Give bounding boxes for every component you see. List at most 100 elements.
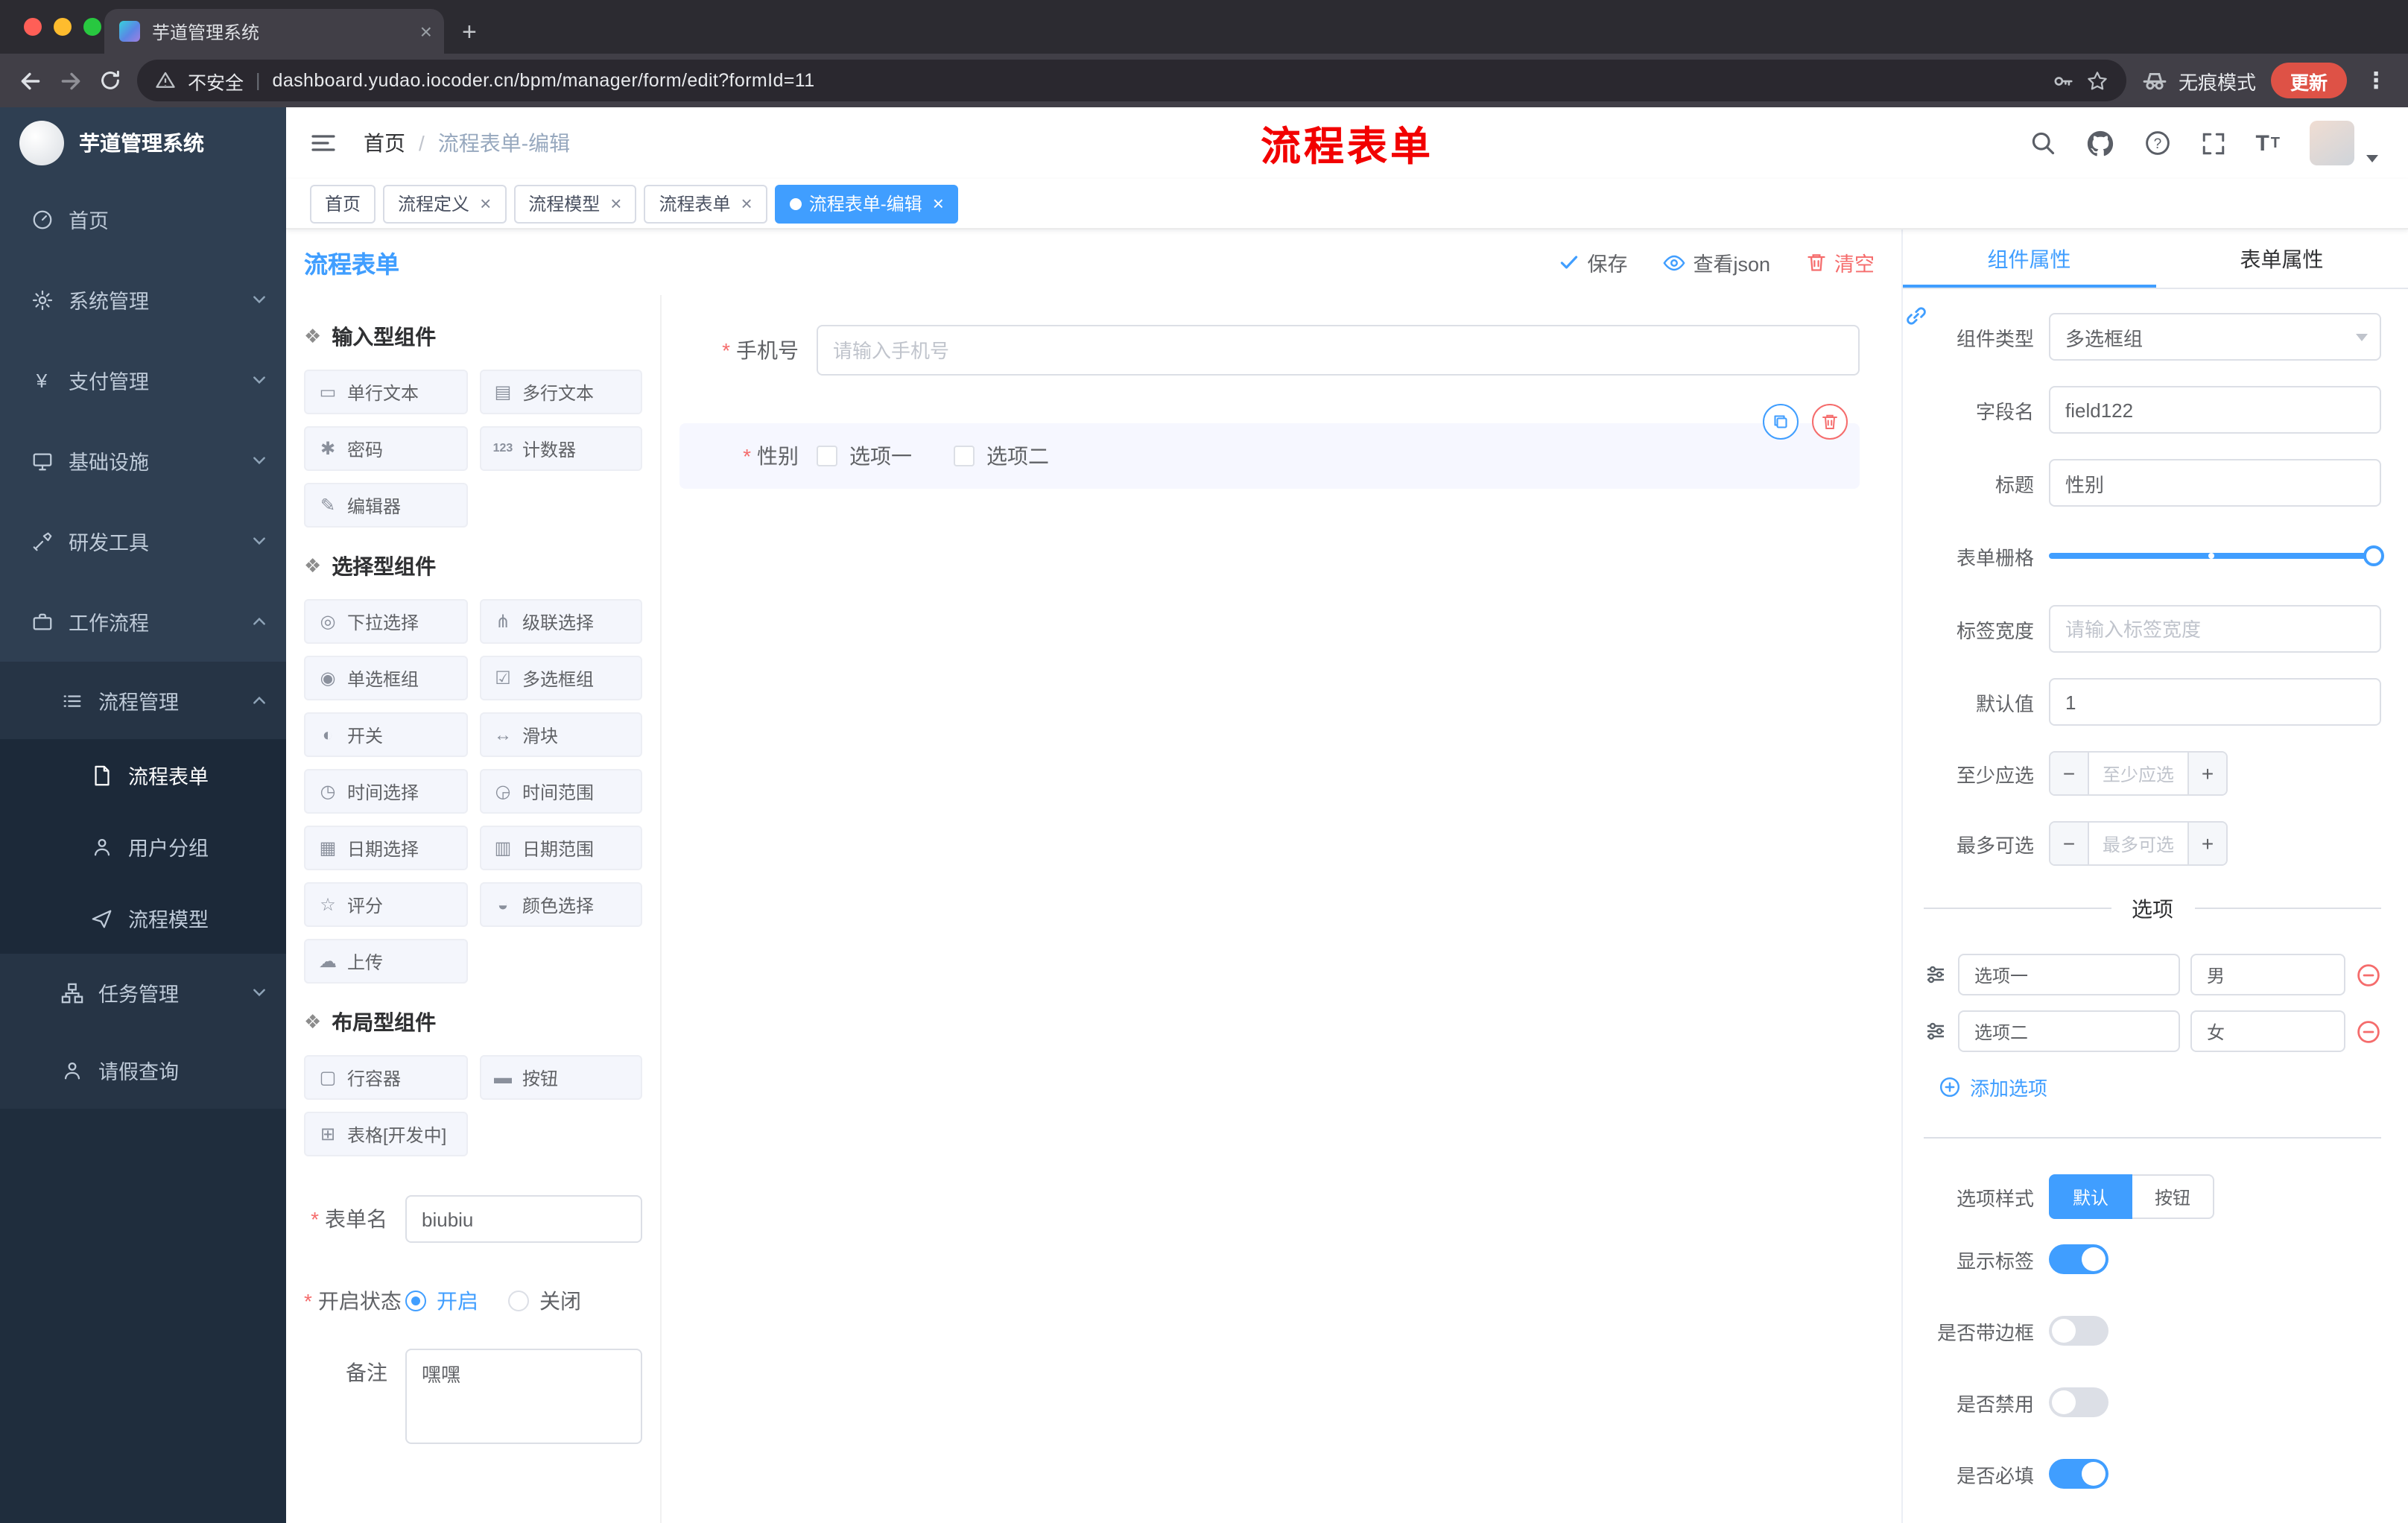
security-label[interactable]: 不安全 [188,66,244,95]
form-canvas[interactable]: 手机号 [662,295,1901,1523]
field-name-input[interactable] [2049,386,2381,434]
close-icon[interactable]: × [480,194,491,213]
palette-item-time-picker[interactable]: ◷ 时间选择 [304,769,467,814]
tag-home[interactable]: 首页 [310,184,376,223]
close-window-button[interactable] [24,18,42,36]
tab-close-icon[interactable]: × [420,21,432,42]
help-icon[interactable]: ? [2144,130,2170,156]
slider-track[interactable] [2049,545,2384,566]
bookmark-star-icon[interactable] [2086,69,2108,92]
palette-item-upload[interactable]: ☁ 上传 [304,939,467,984]
url-text[interactable]: dashboard.yudao.iocoder.cn/bpm/manager/f… [273,70,2040,91]
tag-process-definition[interactable]: 流程定义 × [383,184,507,223]
clear-button[interactable]: 清空 [1806,247,1875,277]
tag-process-form-edit[interactable]: 流程表单-编辑 × [774,184,959,223]
phone-input[interactable] [817,325,1860,376]
browser-tab[interactable]: 芋道管理系统 × [104,9,444,54]
new-tab-button[interactable]: + [462,19,477,45]
maximize-window-button[interactable] [83,18,101,36]
password-key-icon[interactable] [2052,69,2074,92]
sidebar-item-process-mgmt[interactable]: 流程管理 [0,662,286,739]
sidebar-item-workflow[interactable]: 工作流程 [0,581,286,662]
palette-item-password[interactable]: ✱ 密码 [304,426,467,471]
max-select-value[interactable]: 最多可选 [2089,823,2187,864]
option-label-input[interactable] [1958,954,2180,995]
option-value-input[interactable] [2190,1010,2345,1052]
style-button-button[interactable]: 按钮 [2132,1174,2215,1219]
required-toggle[interactable] [2049,1459,2108,1489]
fullscreen-icon[interactable] [2200,130,2225,156]
github-icon[interactable] [2085,129,2114,157]
close-icon[interactable]: × [741,194,752,213]
breadcrumb-home[interactable]: 首页 [364,128,405,158]
sidebar-item-user-groups[interactable]: 用户分组 [0,811,286,882]
address-bar[interactable]: 不安全 | dashboard.yudao.iocoder.cn/bpm/man… [137,60,2126,101]
minimize-window-button[interactable] [54,18,72,36]
link-icon[interactable] [1904,304,1928,328]
delete-component-button[interactable] [1812,404,1848,440]
decrease-button[interactable]: − [2050,823,2089,864]
palette-item-radio-group[interactable]: ◉ 单选框组 [304,656,467,700]
default-value-input[interactable] [2049,678,2381,726]
palette-item-checkbox-group[interactable]: ☑ 多选框组 [479,656,642,700]
save-button[interactable]: 保存 [1559,247,1627,277]
font-size-icon[interactable]: TT [2255,130,2280,156]
label-width-input[interactable] [2049,605,2381,653]
sidebar-item-task-mgmt[interactable]: 任务管理 [0,954,286,1031]
option-label-input[interactable] [1958,1010,2180,1052]
forward-icon[interactable] [58,68,83,93]
close-icon[interactable]: × [610,194,621,213]
copy-component-button[interactable] [1763,404,1799,440]
disabled-toggle[interactable] [2049,1387,2108,1417]
palette-item-single-line[interactable]: ▭ 单行文本 [304,370,467,414]
component-type-select[interactable] [2049,313,2381,361]
form-name-input[interactable] [405,1195,642,1243]
palette-item-rate[interactable]: ☆ 评分 [304,882,467,927]
palette-item-editor[interactable]: ✎ 编辑器 [304,483,467,528]
remove-option-icon[interactable] [2356,962,2381,987]
style-default-button[interactable]: 默认 [2049,1174,2133,1219]
title-input[interactable] [2049,459,2381,507]
palette-item-select[interactable]: ◎ 下拉选择 [304,599,467,644]
palette-item-switch[interactable]: ◐ 开关 [304,712,467,757]
palette-item-slider[interactable]: ↔ 滑块 [479,712,642,757]
drag-handle-icon[interactable] [1924,1019,1948,1043]
tab-component-props[interactable]: 组件属性 [1903,229,2155,288]
search-icon[interactable] [2029,130,2056,156]
min-select-value[interactable]: 至少应选 [2089,753,2187,794]
palette-item-table[interactable]: ⊞ 表格[开发中] [304,1112,467,1156]
drag-handle-icon[interactable] [1924,963,1948,987]
tag-process-model[interactable]: 流程模型 × [513,184,637,223]
palette-item-date-range[interactable]: ▥ 日期范围 [479,826,642,870]
palette-item-cascader[interactable]: ⋔ 级联选择 [479,599,642,644]
view-json-button[interactable]: 查看json [1663,247,1770,277]
checkbox-option-1[interactable]: 选项一 [817,441,912,471]
back-icon[interactable] [18,68,43,93]
slider-handle[interactable] [2363,545,2384,566]
user-avatar[interactable] [2310,121,2354,165]
palette-item-date-picker[interactable]: ▦ 日期选择 [304,826,467,870]
show-label-toggle[interactable] [2049,1244,2108,1274]
status-on-radio[interactable]: 开启 [405,1286,478,1316]
sidebar-item-payment[interactable]: ¥ 支付管理 [0,340,286,420]
status-off-radio[interactable]: 关闭 [508,1286,581,1316]
palette-item-multi-line[interactable]: ▤ 多行文本 [479,370,642,414]
palette-item-row-container[interactable]: ▢ 行容器 [304,1055,467,1100]
sidebar-item-system[interactable]: 系统管理 [0,259,286,340]
grid-slider[interactable] [2049,532,2384,580]
palette-item-color-picker[interactable]: ◒ 颜色选择 [479,882,642,927]
tag-process-form[interactable]: 流程表单 × [644,184,767,223]
avatar-caret-icon[interactable] [2366,155,2378,162]
canvas-field-phone[interactable]: 手机号 [679,325,1860,376]
add-option-button[interactable]: 添加选项 [1939,1073,2381,1101]
form-remark-textarea[interactable]: 嘿嘿 [405,1349,642,1444]
decrease-button[interactable]: − [2050,753,2089,794]
sidebar-item-leave-query[interactable]: 请假查询 [0,1031,286,1109]
hamburger-icon[interactable] [310,130,337,156]
tab-form-props[interactable]: 表单属性 [2155,229,2408,288]
sidebar-item-process-form[interactable]: 流程表单 [0,739,286,811]
canvas-field-gender-selected[interactable]: 性别 选项一 选项二 [679,404,1860,489]
with-border-toggle[interactable] [2049,1316,2108,1346]
update-browser-button[interactable]: 更新 [2270,63,2347,98]
palette-item-time-range[interactable]: ◶ 时间范围 [479,769,642,814]
